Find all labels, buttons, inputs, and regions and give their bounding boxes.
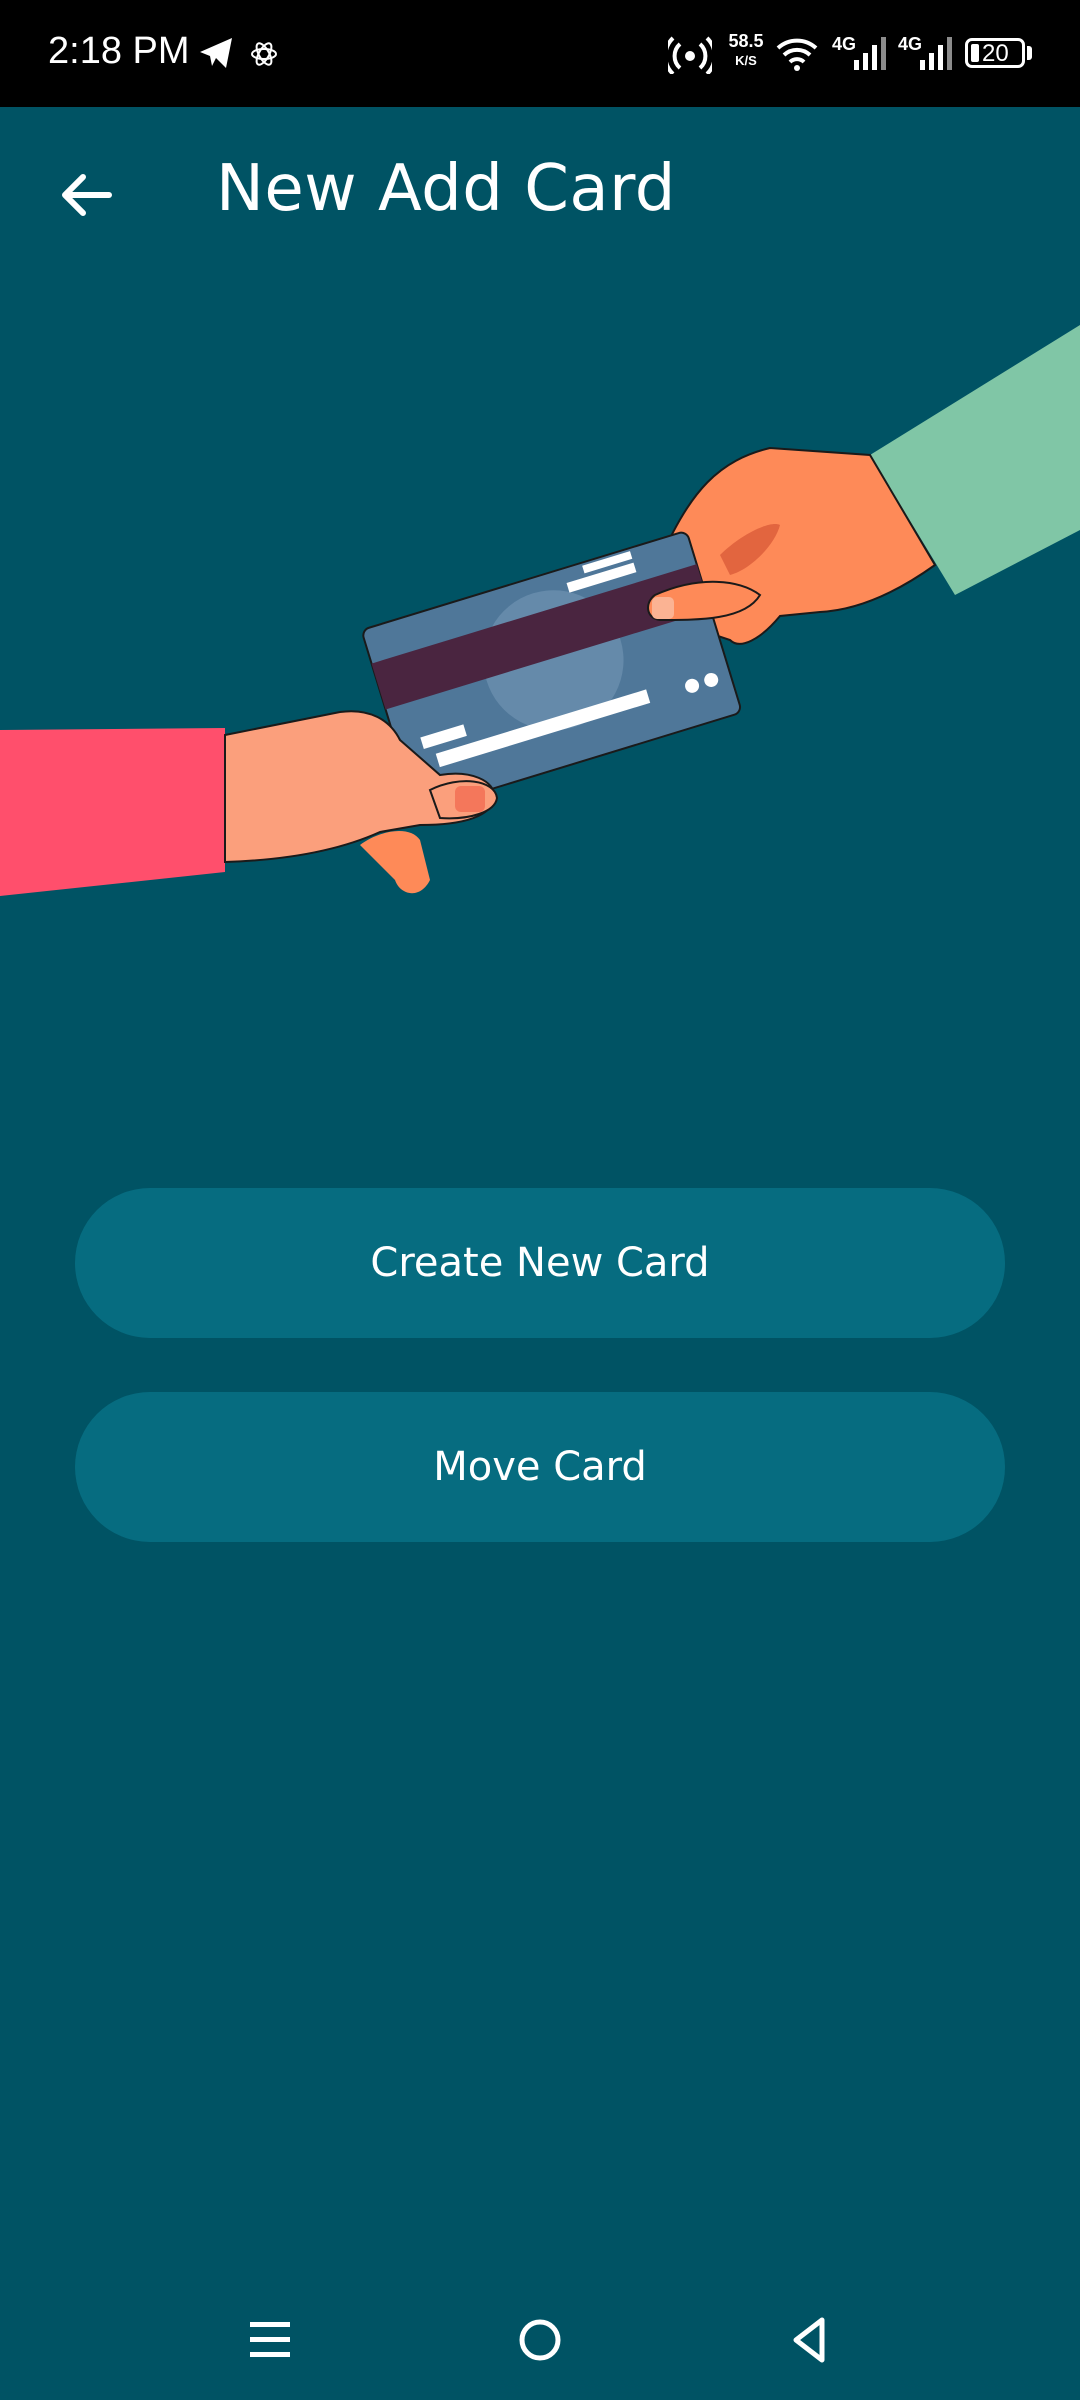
system-nav-bar xyxy=(0,2280,1080,2400)
signal-icon-2 xyxy=(920,37,952,70)
signal-icon xyxy=(854,37,886,70)
home-button[interactable] xyxy=(510,2310,570,2370)
battery-icon: 20 xyxy=(965,38,1025,68)
back-button[interactable] xyxy=(50,160,120,230)
page-title: New Add Card xyxy=(216,152,676,226)
hotspot-icon xyxy=(668,36,712,74)
move-card-button[interactable]: Move Card xyxy=(75,1392,1005,1542)
card-handover-illustration xyxy=(0,325,1080,896)
home-icon xyxy=(519,2319,561,2361)
atom-icon xyxy=(251,42,277,66)
create-new-card-button[interactable]: Create New Card xyxy=(75,1188,1005,1338)
move-card-label: Move Card xyxy=(433,1444,647,1490)
recents-button[interactable] xyxy=(240,2310,300,2370)
battery-tip xyxy=(1027,46,1032,60)
create-new-card-label: Create New Card xyxy=(370,1240,710,1286)
network-speed-value: 58.5 xyxy=(728,31,764,51)
left-sleeve xyxy=(0,728,225,896)
network-speed: 58.5 K/S xyxy=(723,32,769,70)
battery-level: 20 xyxy=(982,40,1009,67)
status-notification-icons xyxy=(200,38,277,68)
status-bar: 2:18 PM 58.5 K/S 4G 4G 20 xyxy=(0,0,1080,107)
status-time: 2:18 PM xyxy=(48,30,190,72)
wifi-icon xyxy=(776,38,818,71)
nav-back-button[interactable] xyxy=(780,2310,840,2370)
menu-icon xyxy=(250,2322,290,2357)
arrow-left-icon xyxy=(62,174,112,216)
back-triangle-icon xyxy=(793,2317,825,2363)
network-speed-unit: K/S xyxy=(735,53,757,68)
telegram-icon xyxy=(200,38,232,68)
